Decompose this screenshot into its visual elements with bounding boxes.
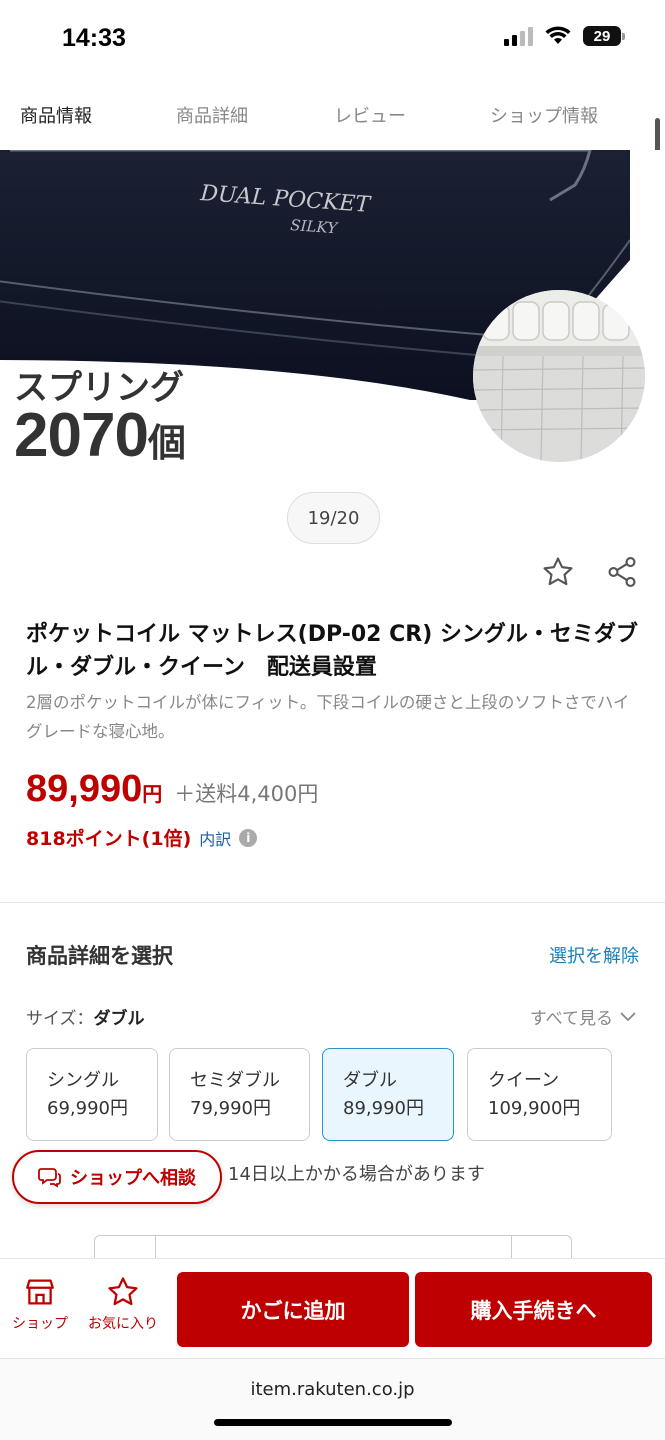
consult-label: ショップへ相談 <box>70 1168 196 1189</box>
status-icons: 29 <box>504 26 625 46</box>
size-option-queen[interactable]: クイーン 109,900円 <box>467 1048 612 1141</box>
checkout-button[interactable]: 購入手続きへ <box>415 1272 652 1347</box>
product-image-carousel[interactable]: DUAL POCKET SILKY スプリング 2070個 <box>0 150 665 550</box>
add-to-cart-button[interactable]: かごに追加 <box>177 1272 409 1347</box>
option-name: セミダブル <box>190 1070 280 1091</box>
option-price: 69,990円 <box>47 1098 128 1119</box>
option-price: 109,900円 <box>488 1098 581 1119</box>
chat-bubble-icon <box>38 1168 61 1188</box>
browser-url-bar[interactable]: item.rakuten.co.jp <box>0 1358 665 1440</box>
coil-detail-image <box>473 290 645 462</box>
product-description: 2層のポケットコイルが体にフィット。下段コイルの硬さと上段のソフトさでハイグレー… <box>26 693 630 741</box>
info-icon[interactable]: i <box>239 828 258 847</box>
see-all-label: すべて見る <box>529 1009 613 1029</box>
star-icon <box>108 1277 138 1306</box>
option-price: 79,990円 <box>190 1098 271 1119</box>
price-row: 89,990 円 ＋送料4,400円 <box>26 768 318 811</box>
shop-icon <box>26 1279 54 1305</box>
mattress-sub-text: SILKY <box>290 216 340 237</box>
status-bar: 14:33 29 <box>0 0 665 80</box>
option-name: ダブル <box>343 1070 397 1091</box>
spring-count: 2070個 <box>14 401 186 470</box>
product-title: ポケットコイル マットレス(DP-02 CR) シングル・セミダブル・ダブル・ク… <box>26 622 638 680</box>
clear-selection-link[interactable]: 選択を解除 <box>549 942 639 968</box>
size-option-double[interactable]: ダブル 89,990円 <box>322 1048 454 1141</box>
size-option-single[interactable]: シングル 69,990円 <box>26 1048 158 1141</box>
favorite-label: お気に入り <box>88 1316 158 1332</box>
url-text: item.rakuten.co.jp <box>250 1379 415 1400</box>
product-price: 89,990 <box>26 768 143 810</box>
option-price: 89,990円 <box>343 1098 424 1119</box>
battery-icon: 29 <box>583 26 625 46</box>
price-unit: 円 <box>142 782 163 806</box>
tab-shop-info[interactable]: ショップ情報 <box>490 102 598 128</box>
favorite-star-icon[interactable] <box>541 555 575 589</box>
option-name: シングル <box>47 1070 119 1091</box>
tab-product-details[interactable]: 商品詳細 <box>176 102 248 128</box>
wifi-icon <box>545 26 571 44</box>
status-time: 14:33 <box>62 24 126 52</box>
points-breakdown-link[interactable]: 内訳 <box>199 826 231 850</box>
size-option-semi-double[interactable]: セミダブル 79,990円 <box>169 1048 310 1141</box>
cellular-signal-icon <box>504 26 533 46</box>
shop-button[interactable]: ショップ <box>12 1275 68 1333</box>
consult-shop-button[interactable]: ショップへ相談 <box>12 1150 222 1204</box>
section-tabs: 商品情報 商品詳細 レビュー ショップ情報 <box>0 96 665 136</box>
product-actions <box>541 555 639 589</box>
shop-label: ショップ <box>12 1316 68 1332</box>
points-row: 818ポイント(1倍) 内訳 i <box>26 824 258 851</box>
chevron-down-icon <box>620 1011 636 1021</box>
home-indicator[interactable] <box>214 1419 452 1426</box>
share-icon[interactable] <box>605 555 639 589</box>
delivery-note: 14日以上かかる場合があります <box>228 1164 485 1185</box>
favorite-button[interactable]: お気に入り <box>88 1275 158 1333</box>
tab-product-info[interactable]: 商品情報 <box>20 102 92 128</box>
size-label: サイズ：ダブル <box>26 1009 145 1029</box>
tab-reviews[interactable]: レビュー <box>334 102 406 128</box>
bottom-action-bar: ショップ お気に入り かごに追加 購入手続きへ <box>0 1258 665 1358</box>
shipping-fee: ＋送料4,400円 <box>174 782 319 806</box>
see-all-toggle[interactable]: すべて見る <box>530 1004 637 1029</box>
option-name: クイーン <box>488 1070 560 1091</box>
carousel-page-indicator: 19/20 <box>287 492 380 544</box>
selection-title: 商品詳細を選択 <box>26 944 173 968</box>
points-value: 818ポイント(1倍) <box>26 828 192 850</box>
divider <box>0 902 665 903</box>
selected-size: ダブル <box>93 1009 145 1029</box>
